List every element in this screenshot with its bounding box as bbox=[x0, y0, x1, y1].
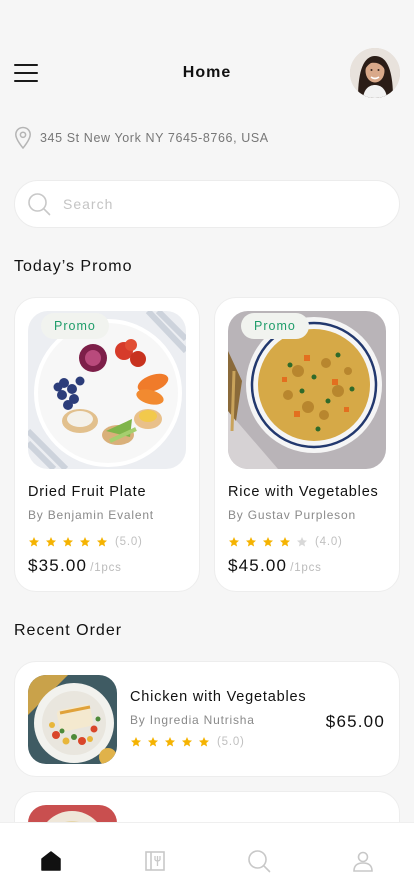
star-icon bbox=[97, 537, 107, 547]
rating-text: (5.0) bbox=[115, 536, 143, 548]
rating-stars: (4.0) bbox=[228, 536, 343, 548]
rating-text: (5.0) bbox=[217, 736, 245, 748]
user-avatar[interactable] bbox=[350, 48, 400, 98]
chicken-with-vegetables-image bbox=[28, 675, 117, 764]
search-icon bbox=[28, 193, 51, 216]
search-input[interactable] bbox=[63, 196, 363, 212]
recent-section-title: Recent Order bbox=[14, 622, 123, 639]
promo-item-author: By Gustav Purpleson bbox=[228, 508, 356, 522]
promo-item-price: $45.00 bbox=[228, 556, 288, 575]
rating-text: (4.0) bbox=[315, 536, 343, 548]
promo-badge: Promo bbox=[41, 313, 109, 339]
map-pin-icon bbox=[15, 126, 31, 150]
promo-section-title: Today’s Promo bbox=[14, 258, 133, 275]
recent-order-card[interactable]: Chicken with Vegetables By Ingredia Nutr… bbox=[14, 661, 400, 777]
star-icon bbox=[131, 737, 141, 747]
promo-card[interactable]: Promo Dried Fruit Plate By Benjamin Eval… bbox=[14, 297, 200, 592]
star-icon bbox=[80, 537, 90, 547]
star-icon bbox=[46, 537, 56, 547]
promo-badge: Promo bbox=[241, 313, 309, 339]
price-row: $35.00 /1pcs bbox=[28, 556, 122, 576]
order-item-author: By Ingredia Nutrisha bbox=[130, 713, 255, 727]
app-header: Home bbox=[0, 48, 414, 98]
star-icon bbox=[263, 537, 273, 547]
order-item-name: Chicken with Vegetables bbox=[130, 689, 307, 705]
bottom-navigation bbox=[0, 822, 414, 896]
star-icon bbox=[280, 537, 290, 547]
order-item-price: $65.00 bbox=[325, 712, 385, 731]
star-icon bbox=[63, 537, 73, 547]
star-icon bbox=[182, 737, 192, 747]
rating-stars: (5.0) bbox=[130, 736, 245, 748]
promo-item-author: By Benjamin Evalent bbox=[28, 508, 154, 522]
promo-item-name: Rice with Vegetables bbox=[228, 484, 379, 500]
star-icon bbox=[246, 537, 256, 547]
home-icon[interactable] bbox=[39, 849, 63, 873]
search-bar[interactable] bbox=[14, 180, 400, 228]
star-icon bbox=[229, 537, 239, 547]
star-icon bbox=[199, 737, 209, 747]
rating-stars: (5.0) bbox=[28, 536, 143, 548]
promo-item-price: $35.00 bbox=[28, 556, 88, 575]
star-icon bbox=[297, 537, 307, 547]
address-text: 345 St New York NY 7645-8766, USA bbox=[40, 131, 269, 145]
location-row[interactable]: 345 St New York NY 7645-8766, USA bbox=[14, 126, 269, 150]
star-icon bbox=[29, 537, 39, 547]
price-unit: /1pcs bbox=[90, 562, 122, 574]
star-icon bbox=[165, 737, 175, 747]
promo-card[interactable]: Promo Rice with Vegetables By Gustav Pur… bbox=[214, 297, 400, 592]
search-icon[interactable] bbox=[247, 849, 271, 873]
price-unit: /1pcs bbox=[290, 562, 322, 574]
menu-book-icon[interactable] bbox=[143, 849, 167, 873]
profile-icon[interactable] bbox=[351, 849, 375, 873]
promo-item-name: Dried Fruit Plate bbox=[28, 484, 147, 500]
price-row: $45.00 /1pcs bbox=[228, 556, 322, 576]
star-icon bbox=[148, 737, 158, 747]
